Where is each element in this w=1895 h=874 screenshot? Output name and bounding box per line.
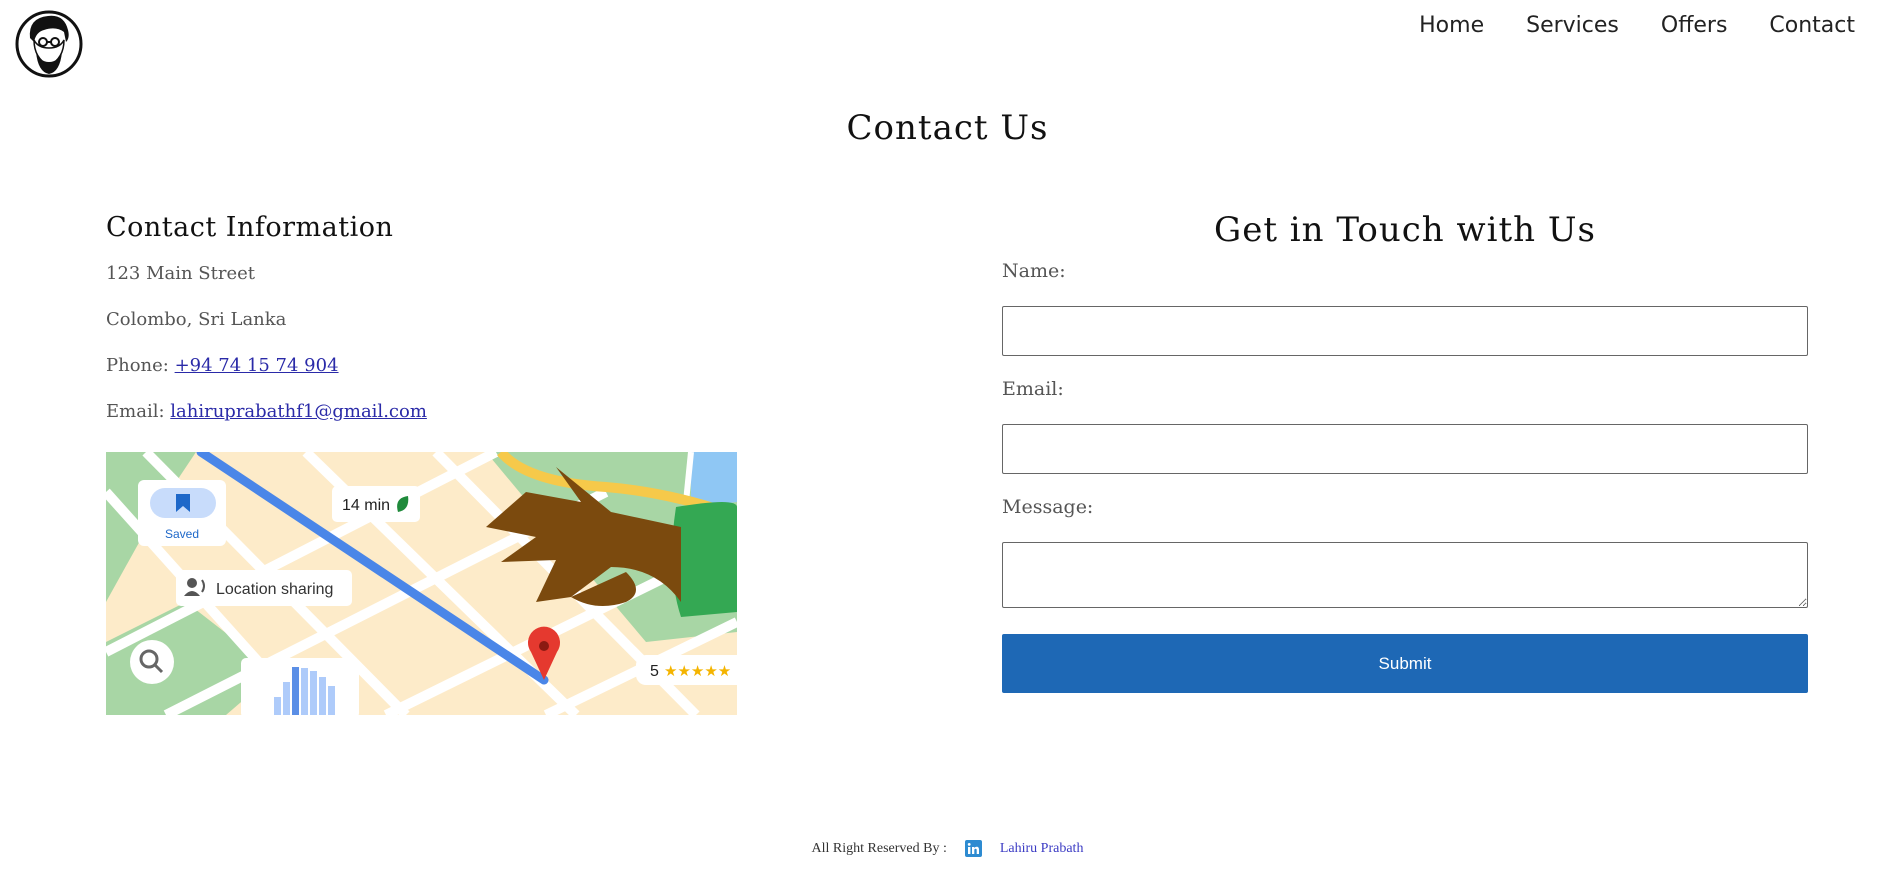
contact-info-heading: Contact Information [106, 212, 394, 243]
phone-link[interactable]: +94 74 15 74 904 [175, 355, 339, 376]
footer-rights-text: All Right Reserved By : [811, 840, 947, 856]
map-location-sharing: Location sharing [216, 581, 333, 598]
contact-info-section: Contact Information 123 Main Street Colo… [106, 212, 746, 445]
linkedin-icon[interactable] [964, 840, 982, 857]
email-line: Email: lahiruprabathf1@gmail.com [106, 399, 746, 425]
main-nav: Home Services Offers Contact [1419, 10, 1855, 42]
footer-author-link[interactable]: Lahiru Prabath [1000, 841, 1084, 857]
form-heading: Get in Touch with Us [1214, 210, 1596, 250]
map-rating: 5 [650, 663, 659, 680]
nav-contact-link[interactable]: Contact [1769, 10, 1855, 42]
email-label: Email: [1002, 378, 1064, 400]
address-line-2: Colombo, Sri Lanka [106, 309, 287, 330]
map-illustration: Saved 14 min Location sharing 5 ★★★★★ [106, 452, 737, 715]
nav-home-link[interactable]: Home [1419, 10, 1484, 42]
logo-icon[interactable] [14, 8, 84, 78]
submit-button[interactable]: Submit [1002, 634, 1808, 693]
address-line-1: 123 Main Street [106, 263, 256, 284]
message-label: Message: [1002, 496, 1094, 518]
email-link[interactable]: lahiruprabathf1@gmail.com [170, 401, 427, 422]
phone-label: Phone: [106, 355, 169, 376]
footer: All Right Reserved By : Lahiru Prabath [0, 840, 1895, 857]
map-saved-label: Saved [165, 527, 199, 541]
message-textarea[interactable] [1002, 542, 1808, 608]
name-label: Name: [1002, 260, 1066, 282]
email-label: Email: [106, 401, 165, 422]
nav-services-link[interactable]: Services [1526, 10, 1619, 42]
map-rating-stars: ★★★★★ [664, 662, 731, 680]
contact-form-section: Get in Touch with Us Name: Email: Messag… [1002, 210, 1808, 693]
nav-offers-link[interactable]: Offers [1661, 10, 1728, 42]
page-title: Contact Us [846, 108, 1049, 148]
email-input[interactable] [1002, 424, 1808, 474]
phone-line: Phone: +94 74 15 74 904 [106, 353, 746, 379]
name-input[interactable] [1002, 306, 1808, 356]
map-eta-label: 14 min [342, 497, 390, 514]
